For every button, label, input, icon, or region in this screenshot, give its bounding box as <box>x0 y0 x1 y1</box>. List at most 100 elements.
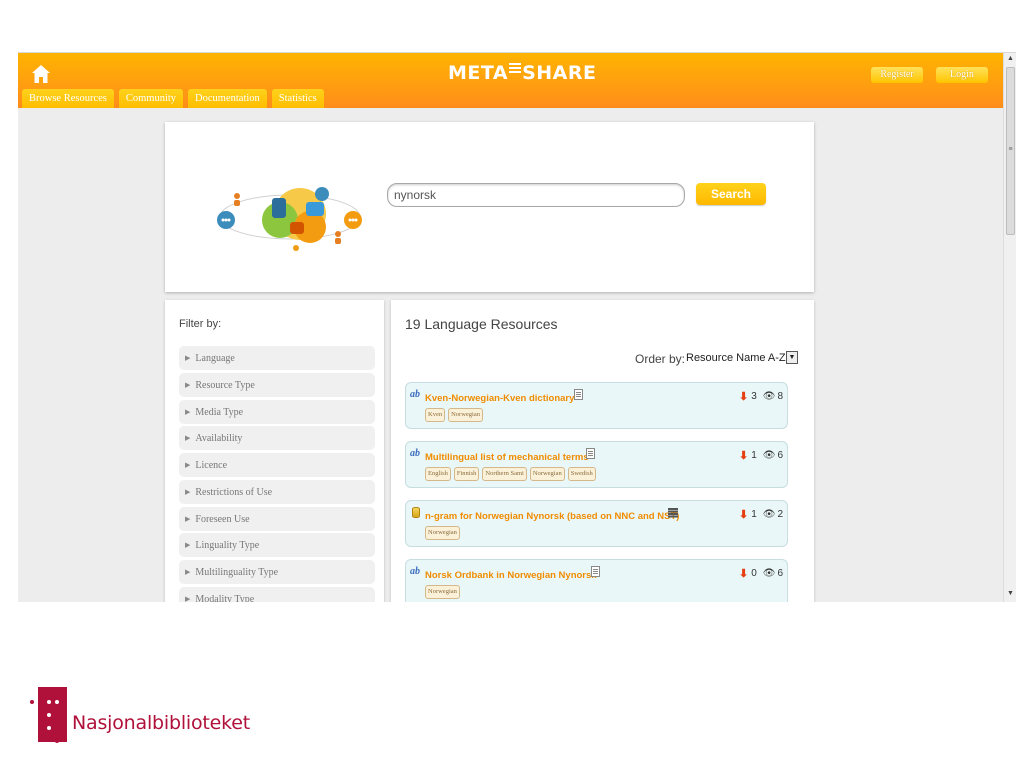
scroll-down-arrow-icon[interactable]: ▼ <box>1004 590 1016 600</box>
language-tags: Norwegian <box>425 585 460 599</box>
filter-media-type[interactable]: ▶ Media Type <box>179 399 375 424</box>
results-panel: 19 Language Resources Order by: Resource… <box>391 300 814 602</box>
result-card[interactable]: ab Norsk Ordbank in Norwegian Nynorsk No… <box>405 559 788 602</box>
document-icon <box>586 448 595 459</box>
expand-arrow-icon: ▶ <box>185 434 191 443</box>
filter-language[interactable]: ▶ Language <box>179 346 375 370</box>
dropdown-arrow-icon[interactable]: ▼ <box>786 351 798 364</box>
expand-arrow-icon: ▶ <box>185 594 191 602</box>
lexical-resource-icon: ab <box>410 448 420 459</box>
language-tags: Norwegian <box>425 526 460 540</box>
result-stats: ⬇ 3 👁 8 <box>739 390 783 403</box>
results-count: 19 Language Resources <box>405 316 558 332</box>
filter-resource-type[interactable]: ▶ Resource Type <box>179 372 375 397</box>
community-speech-bubbles-illustration <box>217 187 362 251</box>
tab-documentation[interactable]: Documentation <box>188 89 267 108</box>
language-tag[interactable]: Norwegian <box>529 467 565 481</box>
filter-linguality-type[interactable]: ▶ Linguality Type <box>179 533 375 558</box>
download-icon: ⬇ <box>739 391 749 403</box>
expand-arrow-icon: ▶ <box>185 514 191 523</box>
filter-label: Availability <box>195 433 243 445</box>
scrollbar-grip-icon: ≡ <box>1008 146 1013 153</box>
meta-share-logo[interactable]: META SHARE <box>448 61 596 84</box>
vertical-scrollbar[interactable]: ▲ ≡ ▼ <box>1003 53 1016 602</box>
filter-label: Language <box>195 353 235 364</box>
filter-label: Multilinguality Type <box>195 567 279 578</box>
download-icon: ⬇ <box>739 509 749 521</box>
tab-statistics[interactable]: Statistics <box>271 89 324 108</box>
download-count: 0 <box>751 568 757 579</box>
nasjonalbiblioteket-logo: Nasjonalbiblioteket <box>30 687 270 747</box>
result-title-link[interactable]: Norsk Ordbank in Norwegian Nynorsk <box>425 570 597 581</box>
result-card[interactable]: ab Multilingual list of mechanical terms… <box>405 441 788 488</box>
download-icon: ⬇ <box>739 568 749 580</box>
filter-label: Linguality Type <box>195 540 260 552</box>
login-button[interactable]: Login <box>936 67 988 83</box>
order-by-select[interactable]: Resource Name A-Z <box>686 352 786 364</box>
result-stats: ⬇ 1 👁 6 <box>739 449 783 462</box>
logo-mark <box>38 687 67 742</box>
eye-icon: 👁 <box>762 509 776 520</box>
language-tag[interactable]: Finnish <box>453 467 480 481</box>
download-count: 3 <box>751 391 757 402</box>
filter-restrictions-of-use[interactable]: ▶ Restrictions of Use <box>179 479 375 504</box>
download-icon: ⬇ <box>739 450 749 462</box>
filter-title: Filter by: <box>179 318 222 330</box>
tab-browse-resources[interactable]: Browse Resources <box>22 89 114 108</box>
filter-label: Licence <box>195 460 228 471</box>
language-tag[interactable]: Swedish <box>567 467 596 481</box>
search-input[interactable] <box>387 183 685 207</box>
browser-viewport: META SHARE Register Login Browse Resource… <box>18 52 1016 602</box>
expand-arrow-icon: ▶ <box>185 461 191 469</box>
filter-panel: Filter by: ▶ Language ▶ Resource Type ▶ Med… <box>165 300 384 602</box>
filter-label: Resource Type <box>195 379 255 391</box>
tab-community[interactable]: Community <box>118 89 184 108</box>
result-stats: ⬇ 1 👁 2 <box>739 508 783 521</box>
language-tags: Kven Norwegian <box>425 408 483 422</box>
home-icon[interactable] <box>30 63 52 85</box>
language-tag[interactable]: English <box>425 467 451 481</box>
eye-icon: 👁 <box>762 568 776 579</box>
main-nav: Browse Resources Community Documentation… <box>22 89 324 108</box>
eye-icon: 👁 <box>762 391 776 402</box>
download-count: 1 <box>751 450 757 461</box>
filter-list: ▶ Language ▶ Resource Type ▶ Media Type ▶ Av… <box>179 346 375 602</box>
result-card[interactable]: ab Kven-Norwegian-Kven dictionary Kven N… <box>405 382 788 429</box>
view-count: 6 <box>777 450 784 461</box>
lexical-resource-icon: ab <box>410 389 420 400</box>
filter-multilinguality-type[interactable]: ▶ Multilinguality Type <box>179 560 375 584</box>
logo-text: Nasjonalbiblioteket <box>72 712 251 734</box>
result-title-link[interactable]: Kven-Norwegian-Kven dictionary <box>425 393 574 404</box>
language-tag[interactable]: Norwegian <box>425 585 460 599</box>
expand-arrow-icon: ▶ <box>185 407 191 416</box>
filter-modality-type[interactable]: ▶ Modality Type <box>179 586 375 602</box>
expand-arrow-icon: ▶ <box>185 487 191 496</box>
document-icon <box>591 566 600 577</box>
logo-equals-mark <box>509 61 522 75</box>
language-tag[interactable]: Kven <box>425 408 446 422</box>
register-button[interactable]: Register <box>871 67 923 83</box>
expand-arrow-icon: ▶ <box>185 568 191 576</box>
filter-foreseen-use[interactable]: ▶ Foreseen Use <box>179 506 375 531</box>
language-tag[interactable]: Northern Sami <box>482 467 527 481</box>
result-stats: ⬇ 0 👁 6 <box>739 567 783 580</box>
view-count: 6 <box>777 568 784 579</box>
result-card[interactable]: n-gram for Norwegian Nynorsk (based on N… <box>405 500 788 547</box>
database-icon <box>412 507 420 518</box>
search-button[interactable]: Search <box>696 183 766 205</box>
view-count: 2 <box>777 509 784 520</box>
filter-label: Media Type <box>195 406 244 418</box>
filter-availability[interactable]: ▶ Availability <box>179 426 375 451</box>
site-header: META SHARE Register Login Browse Resource… <box>18 53 1003 108</box>
document-icon <box>574 389 583 400</box>
scrollbar-thumb[interactable]: ≡ <box>1006 67 1015 235</box>
search-panel: Search <box>165 122 814 292</box>
language-tag[interactable]: Norwegian <box>425 526 460 540</box>
language-tag[interactable]: Norwegian <box>448 408 483 422</box>
result-title-link[interactable]: Multilingual list of mechanical terms <box>425 452 589 463</box>
view-count: 8 <box>777 391 784 402</box>
download-count: 1 <box>751 509 757 520</box>
filter-licence[interactable]: ▶ Licence <box>179 453 375 477</box>
result-title-link[interactable]: n-gram for Norwegian Nynorsk (based on N… <box>425 511 679 522</box>
scroll-up-arrow-icon[interactable]: ▲ <box>1004 55 1016 65</box>
